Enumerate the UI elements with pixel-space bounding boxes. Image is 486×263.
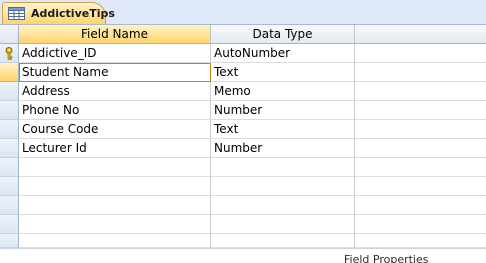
table-icon [8, 7, 25, 20]
field-name-cell[interactable] [19, 196, 211, 215]
data-type-cell[interactable] [211, 177, 355, 196]
row-selector-5[interactable] [0, 120, 19, 139]
table-row: Addictive_ID AutoNumber [19, 44, 486, 63]
data-type-cell[interactable]: AutoNumber [211, 44, 355, 63]
data-type-cell[interactable] [211, 215, 355, 234]
table-row-empty [19, 196, 486, 215]
field-name-cell[interactable] [19, 215, 211, 234]
table-row-empty [19, 177, 486, 196]
table-row: Course Code Text [19, 120, 486, 139]
description-cell[interactable] [355, 158, 486, 177]
field-name-cell[interactable]: Lecturer Id [19, 139, 211, 158]
description-cell[interactable] [355, 120, 486, 139]
row-selector-7[interactable] [0, 158, 19, 177]
table-row: Phone No Number [19, 101, 486, 120]
column-header-description[interactable] [355, 25, 486, 44]
data-type-cell[interactable] [211, 196, 355, 215]
table-row: Lecturer Id Number [19, 139, 486, 158]
row-selector-column [0, 25, 19, 248]
data-type-cell[interactable] [211, 158, 355, 177]
tab-label: AddictiveTips [31, 7, 115, 20]
row-selector-10[interactable] [0, 215, 19, 234]
description-cell[interactable] [355, 44, 486, 63]
field-name-cell[interactable]: Course Code [19, 120, 211, 139]
table-row-empty [19, 215, 486, 234]
data-type-cell[interactable]: Text [211, 63, 355, 82]
description-cell[interactable] [355, 82, 486, 101]
description-cell[interactable] [355, 196, 486, 215]
row-selector-1[interactable] [0, 44, 19, 63]
field-name-cell[interactable]: Address [19, 82, 211, 101]
column-header-data-type[interactable]: Data Type [211, 25, 355, 44]
table-row-empty [19, 234, 486, 248]
tab-addictivetips[interactable]: AddictiveTips [2, 2, 115, 24]
field-properties-pane: Field Properties [0, 248, 486, 263]
field-name-cell[interactable]: Student Name [19, 63, 211, 82]
row-selector-9[interactable] [0, 196, 19, 215]
table-row: Address Memo [19, 82, 486, 101]
description-cell[interactable] [355, 234, 486, 248]
document-tab-strip: AddictiveTips [0, 0, 486, 25]
data-type-cell[interactable] [211, 234, 355, 248]
data-type-cell[interactable]: Number [211, 139, 355, 158]
field-name-cell[interactable] [19, 158, 211, 177]
field-name-cell[interactable]: Phone No [19, 101, 211, 120]
field-name-cell[interactable]: Addictive_ID [19, 44, 211, 63]
row-selector-11[interactable] [0, 234, 19, 248]
row-selector-4[interactable] [0, 101, 19, 120]
row-selector-2[interactable] [0, 63, 19, 82]
table-design-grid: Field Name Data Type Addictive_ID AutoNu… [0, 25, 486, 248]
row-selector-6[interactable] [0, 139, 19, 158]
data-type-cell[interactable]: Text [211, 120, 355, 139]
data-type-cell[interactable]: Number [211, 101, 355, 120]
description-cell[interactable] [355, 63, 486, 82]
description-cell[interactable] [355, 215, 486, 234]
table-row: Student Name Text [19, 63, 486, 82]
table-row-empty [19, 158, 486, 177]
field-name-cell[interactable] [19, 234, 211, 248]
primary-key-icon [5, 47, 13, 60]
row-selector-3[interactable] [0, 82, 19, 101]
data-type-cell[interactable]: Memo [211, 82, 355, 101]
description-cell[interactable] [355, 139, 486, 158]
row-selector-8[interactable] [0, 177, 19, 196]
column-header-field-name[interactable]: Field Name [19, 25, 211, 44]
description-cell[interactable] [355, 177, 486, 196]
field-name-cell[interactable] [19, 177, 211, 196]
grid-corner[interactable] [0, 25, 19, 44]
description-cell[interactable] [355, 101, 486, 120]
